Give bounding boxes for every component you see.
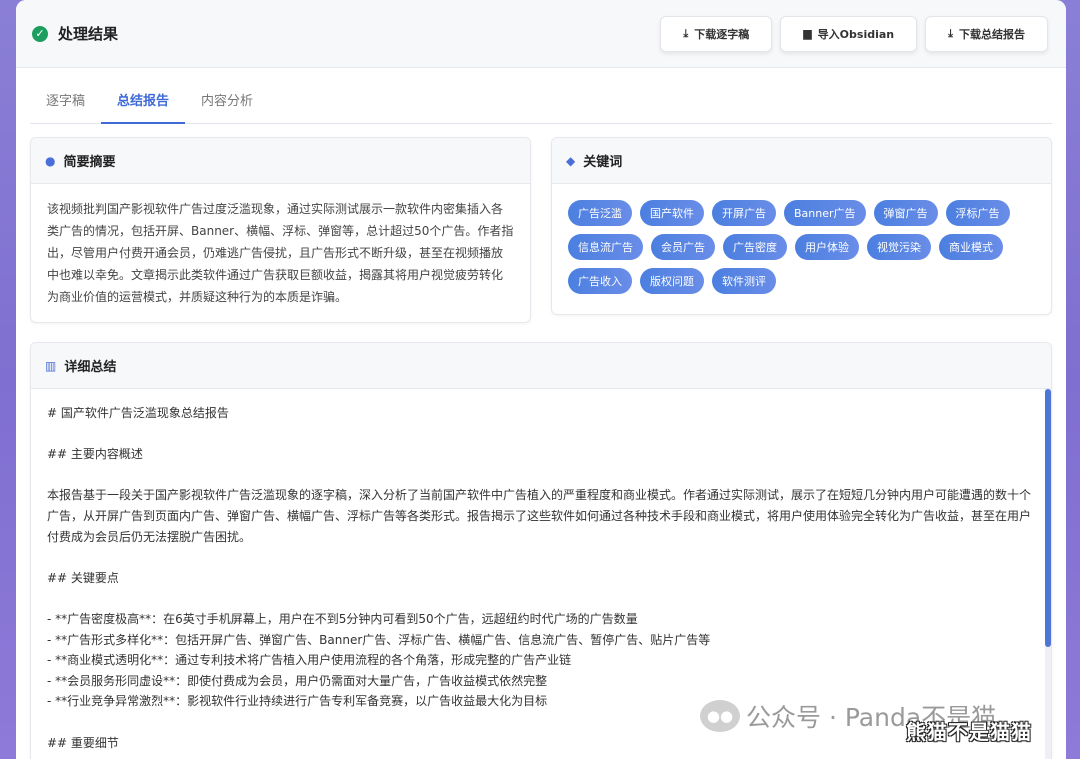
keyword-tag: 软件测评 bbox=[712, 268, 776, 294]
import-obsidian-button[interactable]: ▆ 导入Obsidian bbox=[780, 15, 918, 52]
keywords-title: 关键词 bbox=[583, 155, 623, 170]
summary-text: 该视频批判国产影视软件广告过度泛滥现象，通过实际测试展示一款软件内密集插入各类广… bbox=[47, 202, 514, 304]
result-header: ✓ 处理结果 ⤓ 下载逐字稿 ▆ 导入Obsidian ⤓ 下载总结报告 bbox=[16, 0, 1066, 68]
detail-line: # 国产软件广告泛滥现象总结报告 bbox=[47, 406, 229, 420]
detail-line: - **广告形式多样化**：包括开屏广告、弹窗广告、Banner广告、浮标广告、… bbox=[47, 632, 711, 647]
detail-line: ## 主要内容概述 bbox=[47, 447, 143, 462]
keyword-tag: 弹窗广告 bbox=[873, 200, 938, 226]
detail-header: ▥ 详细总结 bbox=[31, 343, 1051, 389]
summary-title: 简要摘要 bbox=[63, 155, 116, 170]
detail-line: ## 重要细节 bbox=[47, 735, 119, 750]
tab-summary-report[interactable]: 总结报告 bbox=[101, 80, 186, 124]
detail-title: 详细总结 bbox=[64, 360, 117, 375]
detail-line bbox=[47, 465, 1035, 486]
keyword-tag: 国产软件 bbox=[640, 200, 704, 226]
tag-icon: ◆ bbox=[566, 153, 576, 168]
detail-line: - **广告密度极高**：在6英寸手机屏幕上，用户在不到5分钟内可看到50个广告… bbox=[47, 611, 638, 626]
tab-bar: 逐字稿 总结报告 内容分析 bbox=[30, 80, 1052, 124]
detail-panel: ▥ 详细总结 # 国产软件广告泛滥现象总结报告 ## 主要内容概述 本报告基于一… bbox=[30, 342, 1052, 759]
summary-panel: ● 简要摘要 该视频批判国产影视软件广告过度泛滥现象，通过实际测试展示一款软件内… bbox=[30, 137, 531, 323]
page-title: 处理结果 bbox=[58, 25, 119, 43]
keywords-header: ◆ 关键词 bbox=[552, 138, 1051, 184]
lightbulb-icon: ● bbox=[45, 153, 56, 168]
book-open-icon: ▥ bbox=[45, 358, 57, 373]
keyword-tag: Banner广告 bbox=[784, 200, 866, 226]
keywords-panel: ◆ 关键词 广告泛滥 国产软件 开屏广告 Banner广告 弹窗广告 浮标广告信息流广告会… bbox=[551, 137, 1052, 315]
detail-line: ## 关键要点 bbox=[47, 570, 119, 585]
keyword-tag: 广告泛滥 bbox=[568, 200, 632, 226]
keyword-tag: 浮标广告 bbox=[945, 200, 1010, 226]
keyword-tag: 商业模式 bbox=[939, 234, 1003, 260]
keyword-tag: 会员广告 bbox=[651, 234, 715, 260]
keyword-tag: 信息流广告 bbox=[568, 234, 643, 260]
keyword-tag: 开屏广告 bbox=[712, 200, 776, 226]
scrollbar-thumb[interactable] bbox=[1045, 389, 1051, 647]
result-card: ✓ 处理结果 ⤓ 下载逐字稿 ▆ 导入Obsidian ⤓ 下载总结报告 逐字稿… bbox=[16, 0, 1066, 759]
detail-line bbox=[47, 547, 1035, 568]
tab-content-analysis[interactable]: 内容分析 bbox=[185, 80, 269, 124]
download-report-button[interactable]: ⤓ 下载总结报告 bbox=[925, 15, 1048, 52]
wechat-icon: ●● bbox=[700, 700, 740, 732]
detail-scrollbar[interactable] bbox=[1045, 389, 1051, 759]
detail-line bbox=[47, 588, 1035, 609]
detail-line: - **会员服务形同虚设**：即使付费成为会员，用户仍需面对大量广告，广告收益模… bbox=[47, 673, 548, 688]
download-icon: ⤓ bbox=[683, 26, 689, 40]
keyword-tag: 版权问题 bbox=[640, 268, 704, 294]
detail-line: - **商业模式透明化**：通过专利技术将广告植入用户使用流程的各个角落，形成完… bbox=[47, 653, 572, 668]
keyword-tag: 视觉污染 bbox=[867, 234, 931, 260]
header-actions: ⤓ 下载逐字稿 ▆ 导入Obsidian ⤓ 下载总结报告 bbox=[660, 15, 1048, 52]
import-obsidian-label: 导入Obsidian bbox=[817, 27, 895, 41]
detail-line bbox=[47, 424, 1035, 445]
book-icon: ▆ bbox=[803, 27, 812, 40]
download-transcript-label: 下载逐字稿 bbox=[694, 27, 750, 41]
detail-line: 本报告基于一段关于国产影视软件广告泛滥现象的逐字稿，深入分析了当前国产软件中广告… bbox=[47, 488, 1032, 544]
keyword-tag: 用户体验 bbox=[795, 234, 859, 260]
keyword-tag: 广告密度 bbox=[723, 234, 787, 260]
tab-transcript[interactable]: 逐字稿 bbox=[30, 80, 101, 124]
download-icon: ⤓ bbox=[948, 26, 953, 40]
watermark-overlay: 熊猫不是猫猫 bbox=[906, 720, 1032, 744]
download-transcript-button[interactable]: ⤓ 下载逐字稿 bbox=[660, 15, 773, 52]
summary-header: ● 简要摘要 bbox=[31, 138, 530, 184]
check-circle-icon: ✓ bbox=[32, 25, 48, 42]
download-report-label: 下载总结报告 bbox=[959, 27, 1025, 41]
keyword-list: 广告泛滥 国产软件 开屏广告 Banner广告 弹窗广告 浮标广告信息流广告 会员广告 广告密… bbox=[552, 184, 1051, 310]
keyword-tag: 广告收入 bbox=[568, 268, 632, 294]
